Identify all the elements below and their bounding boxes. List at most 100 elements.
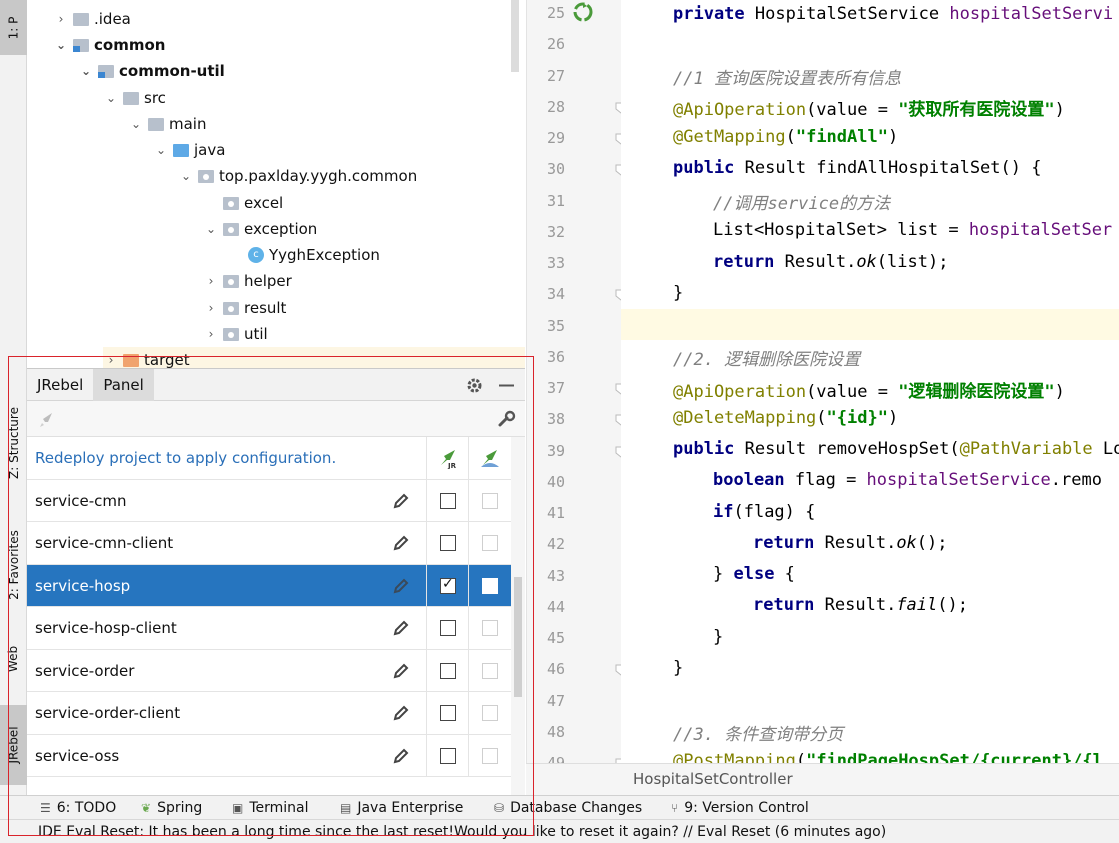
code-text: ( bbox=[785, 127, 796, 147]
chevron-right-icon[interactable]: › bbox=[203, 301, 219, 315]
code-text: (value = bbox=[806, 382, 899, 402]
code-text: ) bbox=[887, 408, 899, 428]
version-control-button[interactable]: ⑂ 9: Version Control bbox=[671, 796, 809, 820]
chevron-down-icon[interactable]: ⌄ bbox=[103, 91, 119, 105]
scrollbar-thumb[interactable] bbox=[514, 577, 522, 697]
tree-item-yyghexception[interactable]: c YyghException bbox=[244, 242, 380, 268]
chevron-right-icon[interactable]: › bbox=[203, 274, 219, 288]
jrebel-enable-checkbox[interactable] bbox=[440, 492, 456, 509]
chevron-right-icon[interactable]: › bbox=[203, 327, 219, 341]
remote-enable-checkbox[interactable] bbox=[482, 705, 498, 721]
tree-item-target[interactable]: › target bbox=[103, 347, 525, 368]
chevron-down-icon[interactable]: ⌄ bbox=[178, 169, 194, 183]
editor-breadcrumb[interactable]: HospitalSetController bbox=[526, 763, 1119, 795]
tree-item-package[interactable]: ⌄ top.paxlday.yygh.common bbox=[178, 163, 417, 189]
terminal-button[interactable]: ▣ Terminal bbox=[232, 796, 309, 820]
remote-enable-cell bbox=[468, 522, 511, 564]
database-changes-button[interactable]: ⛁ Database Changes bbox=[494, 796, 642, 820]
module-row[interactable]: service-hosp-client bbox=[27, 607, 511, 650]
terminal-label: Terminal bbox=[249, 800, 309, 816]
edit-pencil-icon[interactable] bbox=[392, 577, 410, 595]
tree-item-exception[interactable]: ⌄ exception bbox=[203, 216, 317, 242]
tree-item-common[interactable]: ⌄ common bbox=[53, 32, 165, 58]
module-row[interactable]: service-cmn-client bbox=[27, 522, 511, 565]
tree-item-label: main bbox=[169, 115, 207, 133]
module-row[interactable]: service-order-client bbox=[27, 692, 511, 735]
chevron-down-icon[interactable]: ⌄ bbox=[128, 117, 144, 131]
jrebel-enable-checkbox[interactable] bbox=[440, 576, 456, 594]
todo-button[interactable]: ☰ 6: TODO bbox=[40, 796, 116, 820]
module-name: service-order-client bbox=[35, 704, 181, 722]
minimize-icon[interactable] bbox=[498, 377, 515, 394]
tab-favorites[interactable]: 2: Favorites bbox=[0, 515, 27, 615]
line-number: 25 bbox=[546, 4, 565, 22]
tree-item-excel[interactable]: excel bbox=[219, 190, 283, 216]
breadcrumb-class[interactable]: HospitalSetController bbox=[633, 770, 793, 788]
tree-item-helper[interactable]: › helper bbox=[203, 268, 292, 294]
jrebel-enable-checkbox[interactable] bbox=[440, 747, 456, 764]
tree-item-label: util bbox=[244, 325, 268, 343]
status-message[interactable]: IDE Eval Reset: It has been a long time … bbox=[38, 824, 886, 840]
chevron-down-icon[interactable]: ⌄ bbox=[53, 38, 69, 52]
edit-pencil-icon[interactable] bbox=[392, 534, 410, 552]
tree-item-common-util[interactable]: ⌄ common-util bbox=[78, 58, 225, 84]
remote-enable-checkbox[interactable] bbox=[482, 535, 498, 551]
edit-pencil-icon[interactable] bbox=[392, 492, 410, 510]
remote-enable-checkbox[interactable] bbox=[482, 492, 498, 509]
chevron-right-icon[interactable]: › bbox=[103, 353, 119, 367]
chevron-down-icon[interactable]: ⌄ bbox=[203, 222, 219, 236]
tree-item-util[interactable]: › util bbox=[203, 321, 268, 347]
edit-pencil-icon[interactable] bbox=[392, 662, 410, 680]
remote-enable-checkbox[interactable] bbox=[482, 577, 498, 594]
module-row[interactable]: service-hosp bbox=[27, 564, 511, 607]
code-line-27: //1 查询医院设置表所有信息 bbox=[673, 69, 901, 89]
tab-jrebel-title[interactable]: JRebel bbox=[27, 369, 93, 401]
wrench-icon[interactable] bbox=[498, 410, 516, 428]
jrebel-module-table: Redeploy project to apply configuration.… bbox=[27, 437, 511, 777]
jrebel-scrollbar[interactable] bbox=[511, 437, 525, 796]
tree-item-src[interactable]: ⌄ src bbox=[103, 85, 166, 111]
tab-project[interactable]: 1: P bbox=[0, 0, 27, 55]
chevron-down-icon[interactable]: ⌄ bbox=[153, 143, 169, 157]
edit-pencil-icon[interactable] bbox=[392, 747, 410, 765]
tree-item-java[interactable]: ⌄ java bbox=[153, 137, 225, 163]
tree-item-result[interactable]: › result bbox=[203, 295, 287, 321]
edit-pencil-icon[interactable] bbox=[392, 704, 410, 722]
tree-item-main[interactable]: ⌄ main bbox=[128, 111, 207, 137]
gear-icon[interactable] bbox=[466, 377, 483, 394]
code-line-39: public Result removeHospSet(@PathVariabl… bbox=[673, 439, 1119, 459]
edit-pencil-icon[interactable] bbox=[392, 619, 410, 637]
code-text: (flag) { bbox=[733, 502, 816, 522]
chevron-down-icon[interactable]: ⌄ bbox=[78, 64, 94, 78]
remote-enable-checkbox[interactable] bbox=[482, 620, 498, 636]
redeploy-message[interactable]: Redeploy project to apply configuration. bbox=[35, 437, 336, 479]
spring-button[interactable]: ❦ Spring bbox=[141, 796, 202, 820]
tab-jrebel[interactable]: JRebel bbox=[0, 705, 27, 785]
tab-web[interactable]: Web bbox=[0, 628, 27, 690]
rocket-icon[interactable] bbox=[37, 410, 57, 430]
tree-item-idea[interactable]: › .idea bbox=[53, 6, 131, 32]
code-text: ( bbox=[795, 751, 807, 763]
reload-icon[interactable] bbox=[573, 2, 593, 22]
jrebel-enable-checkbox[interactable] bbox=[440, 535, 456, 551]
remote-enable-cell bbox=[468, 607, 511, 649]
remote-enable-checkbox[interactable] bbox=[482, 747, 498, 764]
code-editor[interactable]: private HospitalSetService hospitalSetSe… bbox=[621, 0, 1119, 763]
java-enterprise-button[interactable]: ▤ Java Enterprise bbox=[340, 796, 463, 820]
project-scrollbar[interactable] bbox=[511, 0, 519, 72]
code-line-46: } bbox=[673, 658, 684, 678]
jrebel-enable-checkbox[interactable] bbox=[440, 620, 456, 636]
remote-enable-checkbox[interactable] bbox=[482, 662, 498, 679]
chevron-right-icon[interactable]: › bbox=[53, 12, 69, 26]
jrebel-enable-checkbox[interactable] bbox=[440, 705, 456, 721]
tab-panel[interactable]: Panel bbox=[93, 368, 154, 401]
remote-rocket-icon bbox=[481, 450, 499, 467]
tree-item-label: common bbox=[94, 36, 166, 54]
jrebel-enable-checkbox[interactable] bbox=[440, 662, 456, 679]
module-row[interactable]: service-oss bbox=[27, 734, 511, 777]
string-literal: "获取所有医院设置" bbox=[898, 100, 1055, 120]
tab-structure[interactable]: Z: Structure bbox=[0, 388, 27, 498]
module-row[interactable]: service-cmn bbox=[27, 479, 511, 522]
spring-leaf-icon: ❦ bbox=[141, 801, 152, 815]
module-row[interactable]: service-order bbox=[27, 649, 511, 692]
